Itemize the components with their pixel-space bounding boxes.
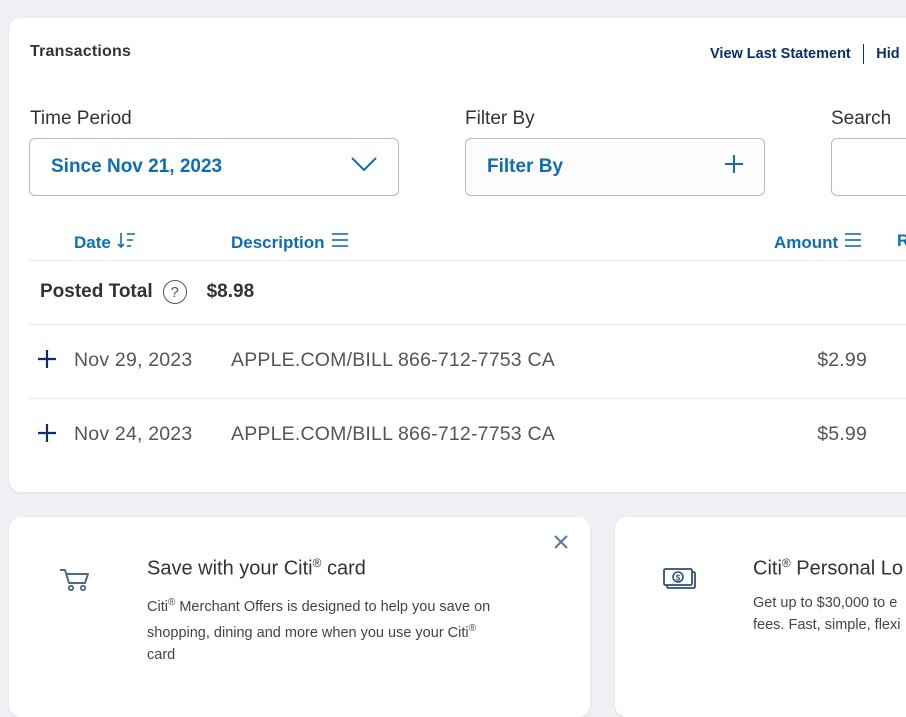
merchant-offer-body: Citi® Merchant Offers is designed to hel…	[147, 597, 491, 663]
time-period-value: Since Nov 21, 2023	[51, 156, 223, 177]
menu-lines-icon	[331, 231, 349, 254]
menu-lines-icon	[844, 231, 862, 254]
close-icon[interactable]	[554, 531, 568, 553]
transactions-card: Transactions View Last Statement Hid Tim…	[9, 18, 906, 492]
search-label: Search	[831, 108, 892, 129]
time-period-label: Time Period	[30, 108, 132, 129]
divider	[29, 324, 906, 325]
amount-column-header[interactable]: Amount	[774, 231, 862, 254]
row-description: APPLE.COM/BILL 866-712-7753 CA	[231, 349, 555, 371]
date-column-label: Date	[74, 232, 111, 252]
header-links: View Last Statement Hid	[710, 44, 900, 64]
filter-by-button[interactable]: Filter By	[465, 138, 765, 196]
merchant-offer-title: Save with your Citi® card	[147, 556, 366, 580]
filter-by-label: Filter By	[465, 108, 535, 129]
row-date: Nov 24, 2023	[74, 423, 193, 445]
extra-column-header[interactable]: R	[897, 231, 906, 251]
plus-icon	[38, 424, 56, 442]
hide-link[interactable]: Hid	[876, 46, 899, 62]
chevron-down-icon	[350, 156, 378, 178]
posted-total-value: $8.98	[206, 281, 255, 302]
row-description: APPLE.COM/BILL 866-712-7753 CA	[231, 423, 555, 445]
row-amount: $5.99	[817, 423, 867, 445]
amount-column-label: Amount	[774, 232, 839, 252]
posted-total-row: Posted Total ? $8.98	[40, 280, 254, 304]
expand-row-button[interactable]	[37, 421, 57, 447]
search-input[interactable]	[831, 138, 906, 196]
date-column-header[interactable]: Date	[74, 231, 137, 254]
plus-icon	[724, 154, 744, 180]
help-icon[interactable]: ?	[162, 280, 187, 304]
svg-text:$: $	[676, 574, 681, 583]
merchant-offers-card: Save with your Citi® card Citi® Merchant…	[9, 517, 590, 717]
plus-icon	[38, 350, 56, 368]
personal-loan-card: $ Citi® Personal Lo Get up to $30,000 to…	[615, 517, 906, 717]
filter-by-value: Filter By	[487, 156, 564, 177]
row-date: Nov 29, 2023	[74, 349, 193, 371]
loan-offer-body: Get up to $30,000 to e fees. Fast, simpl…	[753, 595, 901, 633]
time-period-select[interactable]: Since Nov 21, 2023	[29, 138, 399, 196]
view-last-statement-link[interactable]: View Last Statement	[710, 46, 851, 62]
divider	[29, 260, 906, 261]
posted-total-label: Posted Total	[40, 281, 153, 302]
loan-offer-title: Citi® Personal Lo	[753, 556, 904, 580]
expand-row-button[interactable]	[37, 347, 57, 373]
cart-icon	[59, 567, 91, 598]
sort-icon	[117, 231, 137, 254]
divider	[29, 398, 906, 399]
transactions-title: Transactions	[30, 43, 132, 60]
money-icon: $	[663, 567, 697, 596]
description-column-label: Description	[231, 232, 325, 252]
description-column-header[interactable]: Description	[231, 231, 349, 254]
link-separator	[862, 44, 865, 64]
row-amount: $2.99	[817, 349, 867, 371]
